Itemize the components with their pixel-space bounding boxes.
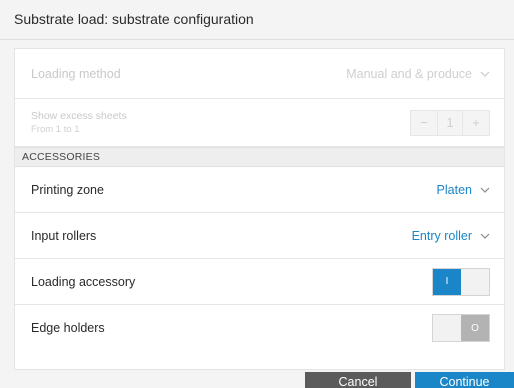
- toggle-off-indicator: O: [461, 315, 489, 341]
- sheets-stepper[interactable]: − 1 +: [410, 109, 490, 136]
- decrement-button[interactable]: −: [411, 110, 437, 135]
- cancel-button[interactable]: Cancel: [305, 372, 411, 388]
- printing-zone-label: Printing zone: [31, 182, 104, 197]
- toggle-knob: [433, 315, 461, 341]
- edge-holders-toggle[interactable]: O: [432, 314, 490, 342]
- dialog-title: Substrate load: substrate configuration: [14, 11, 254, 27]
- loading-accessory-label: Loading accessory: [31, 274, 136, 289]
- loading-method-label: Loading method: [31, 66, 121, 81]
- chevron-down-icon: [480, 187, 490, 193]
- edge-holders-label: Edge holders: [31, 321, 105, 335]
- loading-accessory-row: Loading accessory I: [15, 259, 504, 305]
- edge-holders-row: Edge holders O: [15, 305, 504, 351]
- continue-button[interactable]: Continue: [415, 372, 514, 388]
- sheets-range: From 1 to 1: [31, 124, 80, 135]
- accessories-section-header: ACCESSORIES: [15, 147, 504, 167]
- input-rollers-row: Input rollers Entry roller: [15, 213, 504, 259]
- toggle-knob: [461, 268, 489, 295]
- sheets-label: Show excess sheets: [31, 110, 127, 122]
- chevron-down-icon: [480, 233, 490, 239]
- title-divider: [0, 39, 514, 40]
- loading-method-row: Loading method Manual and & produce: [15, 49, 504, 99]
- chevron-down-icon: [480, 71, 490, 77]
- printing-zone-dropdown[interactable]: Platen: [437, 183, 490, 197]
- printing-zone-row: Printing zone Platen: [15, 167, 504, 213]
- loading-method-value: Manual and & produce: [346, 66, 472, 81]
- sheets-text: Show excess sheets From 1 to 1: [31, 110, 127, 135]
- input-rollers-value: Entry roller: [411, 228, 472, 243]
- printing-zone-value: Platen: [436, 182, 472, 197]
- increment-button[interactable]: +: [463, 110, 489, 135]
- toggle-on-indicator: I: [433, 268, 461, 295]
- loading-method-dropdown[interactable]: Manual and & produce: [346, 67, 490, 81]
- loading-accessory-toggle[interactable]: I: [432, 267, 490, 296]
- sheets-value: 1: [437, 110, 463, 135]
- input-rollers-dropdown[interactable]: Entry roller: [412, 229, 490, 243]
- input-rollers-label: Input rollers: [31, 228, 97, 243]
- substrate-config-dialog: Substrate load: substrate configuration …: [0, 0, 514, 388]
- settings-panel: Loading method Manual and & produce Show…: [14, 48, 505, 370]
- sheets-row: Show excess sheets From 1 to 1 − 1 +: [15, 99, 504, 147]
